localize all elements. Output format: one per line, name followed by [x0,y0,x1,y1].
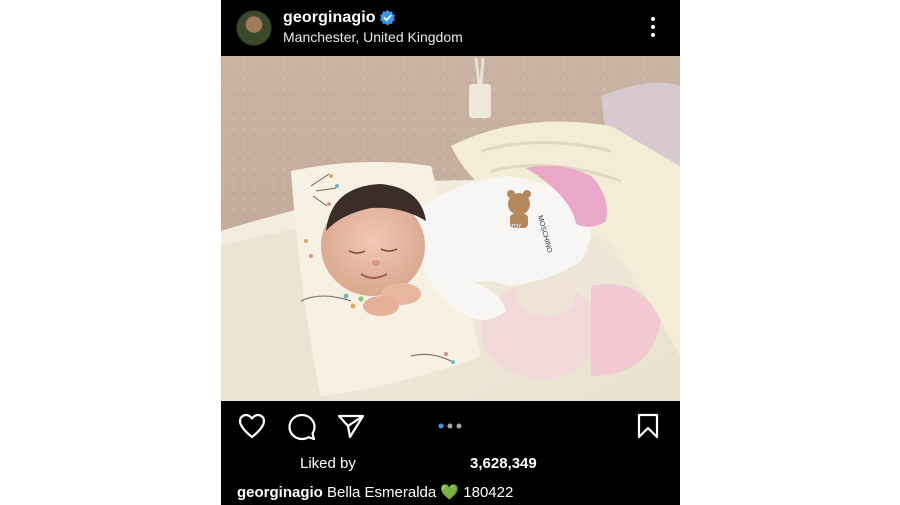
paper-plane-icon[interactable] [337,413,365,439]
caption-suffix: 180422 [463,484,514,501]
liked-by-label[interactable]: Liked by [300,455,356,472]
more-options-icon[interactable] [649,16,657,38]
likes-row: Liked by 3,628,349 [221,452,680,476]
comment-bubble-icon[interactable] [288,413,316,441]
post-header: georginagio Manchester, United Kingdom [221,0,680,55]
post-actions [221,401,680,451]
green-heart-emoji: 💚 [440,484,460,501]
avatar[interactable] [236,10,272,46]
heart-outline-icon[interactable] [238,413,266,439]
post-photo[interactable]: MOSCHINO TOY [221,56,680,401]
instagram-post: georginagio Manchester, United Kingdom M… [221,0,680,505]
post-username[interactable]: georginagio [283,9,376,27]
like-count[interactable]: 3,628,349 [470,455,537,472]
caption-username[interactable]: georginagio [237,484,323,501]
bookmark-icon[interactable] [636,413,660,439]
toy-label-text: TOY [511,224,522,230]
post-caption: georginagio Bella Esmeralda 💚 180422 [237,483,513,501]
carousel-dots-icon [438,423,462,429]
caption-text: Bella Esmeralda [327,484,437,501]
post-location[interactable]: Manchester, United Kingdom [283,29,463,45]
verified-badge-icon [380,9,395,26]
